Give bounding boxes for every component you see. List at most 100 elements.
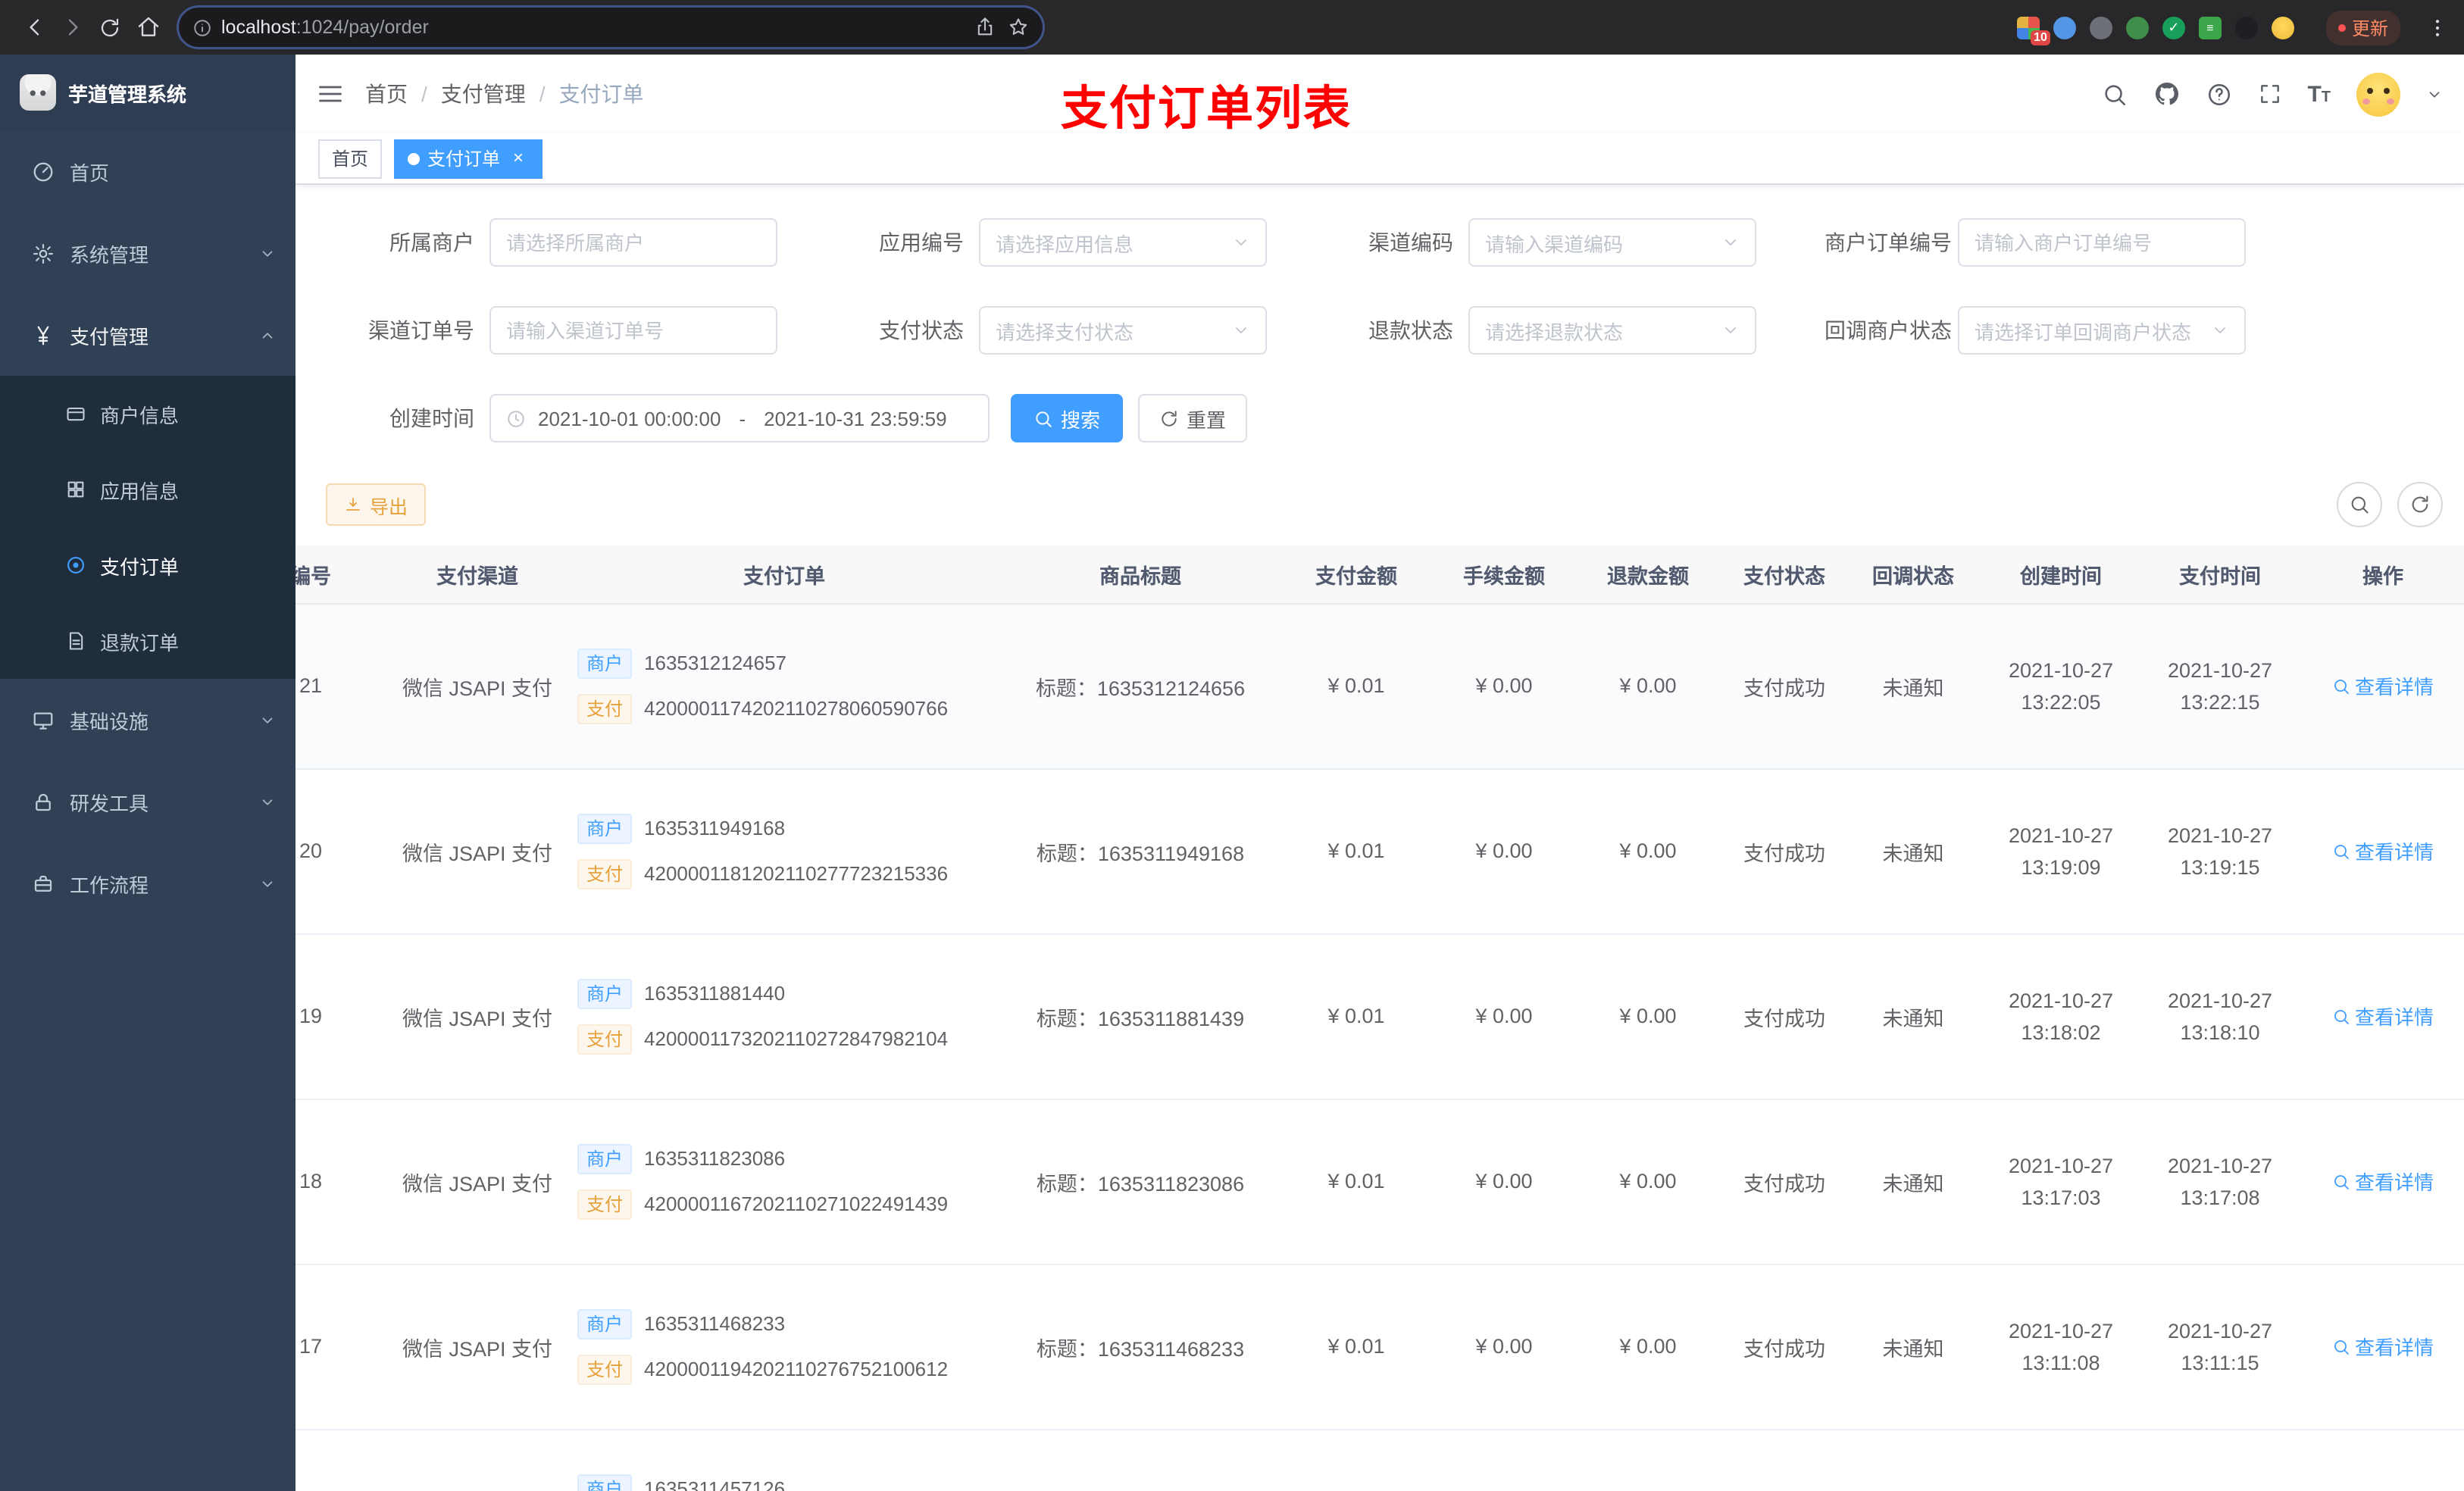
- notify-status-select[interactable]: 请选择订单回调商户状态: [1958, 306, 2246, 355]
- target-icon: [65, 555, 86, 576]
- credit-card-icon: [65, 403, 86, 424]
- refund-amount: ¥ 0.00: [1619, 1335, 1677, 1358]
- table-row: 16 商户 1635311457126 支付: [295, 1429, 2464, 1491]
- fee-amount: ¥ 0.00: [1475, 674, 1533, 697]
- notify-status: 未通知: [1882, 1172, 1944, 1195]
- navbar-actions: TT: [2101, 72, 2443, 116]
- pay-date: 2021-10-27: [2167, 1319, 2273, 1342]
- extension-icon-dark[interactable]: [2234, 16, 2258, 39]
- filter-row-3: 创建时间 2021-10-01 00:00:00 - 2021-10-31 23…: [356, 394, 2464, 442]
- create-time-range-picker[interactable]: 2021-10-01 00:00:00 - 2021-10-31 23:59:5…: [489, 394, 990, 442]
- extension-icon-colorful[interactable]: 10: [2016, 16, 2050, 45]
- create-time: 13:19:09: [2021, 855, 2101, 878]
- clock-icon: [506, 408, 526, 428]
- pay-amount: ¥ 0.01: [1327, 1170, 1385, 1192]
- extension-icon-blue[interactable]: [2053, 16, 2076, 39]
- channel-code-select[interactable]: 请输入渠道编码: [1468, 218, 1756, 267]
- share-button[interactable]: [974, 17, 996, 38]
- refund-amount: ¥ 0.00: [1619, 1005, 1677, 1027]
- browser-menu-button[interactable]: [2426, 16, 2449, 39]
- header-search-button[interactable]: [2101, 81, 2127, 107]
- sidebar-item-infrastructure[interactable]: 基础设施: [0, 679, 295, 761]
- merchant-tag: 商户: [577, 1308, 633, 1339]
- table-row: 20 微信 JSAPI 支付 商户 1635311949168 支付 42000…: [295, 768, 2464, 934]
- sidebar-item-workflow[interactable]: 工作流程: [0, 842, 295, 924]
- extension-icon-gray[interactable]: [2089, 16, 2112, 39]
- channel-order-no-input[interactable]: [489, 306, 777, 355]
- site-info-icon[interactable]: [192, 17, 212, 37]
- github-icon: [2155, 82, 2178, 105]
- sidebar-item-refund-order[interactable]: 退款订单: [0, 603, 295, 679]
- address-bar[interactable]: localhost:1024/pay/order: [179, 8, 1043, 47]
- browser-forward-button[interactable]: [53, 8, 91, 46]
- tag-pay-order[interactable]: 支付订单 ×: [394, 139, 543, 178]
- view-detail-link[interactable]: 查看详情: [2332, 1167, 2434, 1196]
- fullscreen-button[interactable]: [2257, 82, 2281, 106]
- breadcrumb-home[interactable]: 首页: [365, 79, 408, 109]
- sidebar-item-app-info[interactable]: 应用信息: [0, 452, 295, 527]
- view-detail-link[interactable]: 查看详情: [2332, 836, 2434, 865]
- sidebar-item-pay-order[interactable]: 支付订单: [0, 527, 295, 603]
- chevron-down-icon: [1232, 321, 1250, 339]
- col-header-actions: 操作: [2296, 545, 2464, 604]
- chevron-down-icon: [259, 711, 276, 728]
- product-title: 标题：1635311949168: [1036, 842, 1245, 864]
- extension-badge: 10: [2031, 30, 2050, 45]
- extension-icon-green[interactable]: [2125, 16, 2149, 39]
- filter-channel-code: 渠道编码 请输入渠道编码: [1335, 218, 1756, 267]
- sidebar-item-dev-tools[interactable]: 研发工具: [0, 761, 295, 842]
- font-size-icon: TT: [2307, 81, 2331, 107]
- refresh-table-button[interactable]: [2397, 482, 2443, 527]
- pay-channel-text: 微信 JSAPI 支付: [402, 677, 552, 699]
- merchant-order-no-input[interactable]: [1958, 218, 2246, 267]
- merchant-input-field[interactable]: [506, 231, 761, 254]
- user-menu-caret[interactable]: [2426, 86, 2443, 102]
- extension-icon-chat[interactable]: ≡: [2198, 16, 2222, 39]
- filter-notify-status: 回调商户状态 请选择订单回调商户状态: [1825, 306, 2246, 355]
- user-avatar[interactable]: [2356, 72, 2400, 116]
- pay-status: 支付成功: [1743, 1007, 1825, 1030]
- sidebar-item-merchant-info[interactable]: 商户信息: [0, 376, 295, 452]
- view-detail-link[interactable]: 查看详情: [2332, 671, 2434, 700]
- fee-amount: ¥ 0.00: [1475, 1335, 1533, 1358]
- browser-home-button[interactable]: [129, 8, 167, 46]
- tag-close-icon[interactable]: ×: [508, 147, 529, 169]
- merchant-order-no: 1635311823086: [644, 1147, 786, 1170]
- refund-status-select[interactable]: 请选择退款状态: [1468, 306, 1756, 355]
- merchant-input[interactable]: [489, 218, 777, 267]
- sidebar-toggle-button[interactable]: [317, 80, 344, 108]
- github-button[interactable]: [2153, 80, 2180, 108]
- browser-back-button[interactable]: [15, 8, 53, 46]
- view-detail-link[interactable]: 查看详情: [2332, 1332, 2434, 1361]
- notify-status: 未通知: [1882, 677, 1944, 699]
- toggle-search-button[interactable]: [2337, 482, 2382, 527]
- search-icon: [2334, 844, 2349, 858]
- col-header-amount: 支付金额: [1280, 545, 1432, 604]
- breadcrumb-payment[interactable]: 支付管理: [441, 79, 526, 109]
- sidebar-item-home[interactable]: 首页: [0, 130, 295, 212]
- view-detail-link[interactable]: 查看详情: [2332, 1002, 2434, 1030]
- chevron-up-icon: [259, 327, 276, 343]
- channel-order-no-field[interactable]: [506, 319, 761, 342]
- sidebar-item-payment[interactable]: 支付管理: [0, 294, 295, 376]
- docs-help-button[interactable]: [2206, 81, 2231, 107]
- merchant-order-no-field[interactable]: [1975, 231, 2229, 254]
- sidebar-item-system[interactable]: 系统管理: [0, 212, 295, 294]
- export-button[interactable]: 导出: [326, 483, 427, 526]
- extension-icon-check[interactable]: ✓: [2162, 16, 2185, 39]
- browser-reload-button[interactable]: [91, 8, 129, 46]
- orders-table: 编号 支付渠道 支付订单 商品标题 支付金额 手续金额 退款金额 支付状态 回调…: [295, 545, 2464, 1491]
- bookmark-button[interactable]: [1008, 17, 1029, 38]
- app-logo-bar[interactable]: 芋道管理系统: [0, 55, 295, 130]
- refund-amount: ¥ 0.00: [1619, 839, 1677, 862]
- fullscreen-icon: [2260, 85, 2279, 103]
- pay-status-select[interactable]: 请选择支付状态: [979, 306, 1267, 355]
- reset-button[interactable]: 重置: [1138, 394, 1248, 442]
- profile-avatar-icon[interactable]: [2271, 16, 2294, 39]
- merchant-tag: 商户: [577, 978, 633, 1008]
- font-size-button[interactable]: TT: [2307, 83, 2331, 105]
- search-button[interactable]: 搜索: [1011, 394, 1124, 442]
- app-id-select[interactable]: 请选择应用信息: [979, 218, 1267, 267]
- tag-home[interactable]: 首页: [318, 139, 383, 178]
- browser-update-button[interactable]: 更新: [2325, 10, 2400, 45]
